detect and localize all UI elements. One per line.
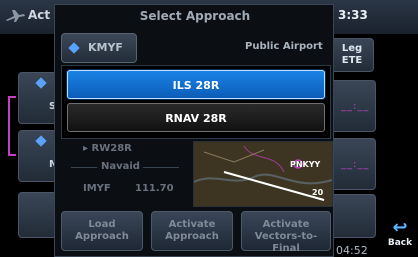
- divider: [143, 167, 179, 168]
- elapsed-time: 04:52: [336, 244, 368, 257]
- airport-ident: KMYF: [88, 41, 123, 54]
- map-label: 20: [312, 188, 324, 197]
- transition-prefix: ▸: [83, 143, 92, 154]
- back-label: Back: [387, 238, 413, 248]
- navaid-frequency: 111.70: [135, 183, 174, 194]
- button-label-line2: Vectors-to-Final: [254, 231, 318, 254]
- dialog-title: Select Approach: [139, 9, 251, 23]
- button-label-line2: Approach: [75, 231, 129, 242]
- background-title: Act: [28, 8, 51, 22]
- button-label-line1: Activate: [262, 219, 310, 230]
- background-right-tile-3: [330, 194, 376, 238]
- activate-vectors-to-final-button[interactable]: Activate Vectors-to-Final: [241, 211, 331, 254]
- back-button[interactable]: ↩ Back: [382, 218, 418, 257]
- load-approach-button[interactable]: Load Approach: [61, 211, 143, 251]
- approach-option-ils-28r[interactable]: ILS 28R: [67, 70, 325, 99]
- airport-waypoint-icon: [68, 42, 80, 54]
- ete-dashes: __:__: [341, 159, 370, 170]
- active-leg-bracket: [8, 96, 16, 156]
- ete-label: ETE: [341, 55, 363, 66]
- waypoint-icon: [35, 77, 47, 89]
- navaid-ident: IMYF: [83, 183, 111, 194]
- map-waypoint-label: PNKYY: [290, 160, 321, 169]
- waypoint-icon: [35, 135, 47, 147]
- airport-type: Public Airport: [245, 41, 323, 52]
- button-label-line1: Load: [88, 219, 116, 230]
- leg-ete-column-button[interactable]: Leg ETE: [330, 38, 374, 72]
- transition-name: RW28R: [91, 143, 132, 154]
- back-arrow-icon: ↩: [392, 217, 408, 238]
- divider: [71, 167, 97, 168]
- airplane-icon: [4, 8, 26, 24]
- button-label-line2: Approach: [165, 231, 219, 242]
- background-right-tile-1: __:__: [330, 80, 376, 132]
- activate-approach-button[interactable]: Activate Approach: [151, 211, 233, 251]
- leg-label: Leg: [341, 43, 363, 54]
- approach-preview-map: PNKYY 20: [193, 141, 333, 207]
- approach-list: ILS 28R RNAV 28R: [61, 65, 331, 139]
- select-approach-dialog: Select Approach KMYF Public Airport ILS …: [54, 4, 334, 257]
- transition-value[interactable]: ▸ RW28R: [83, 143, 132, 154]
- background-right-tile-2: __:__: [330, 138, 376, 190]
- navaid-label: Navaid: [101, 161, 140, 172]
- background-clock: 3:33: [338, 8, 368, 22]
- approach-option-rnav-28r[interactable]: RNAV 28R: [67, 103, 325, 132]
- airport-selector-button[interactable]: KMYF: [61, 33, 137, 63]
- button-label-line1: Activate: [168, 219, 216, 230]
- ete-dashes: __:__: [341, 101, 370, 112]
